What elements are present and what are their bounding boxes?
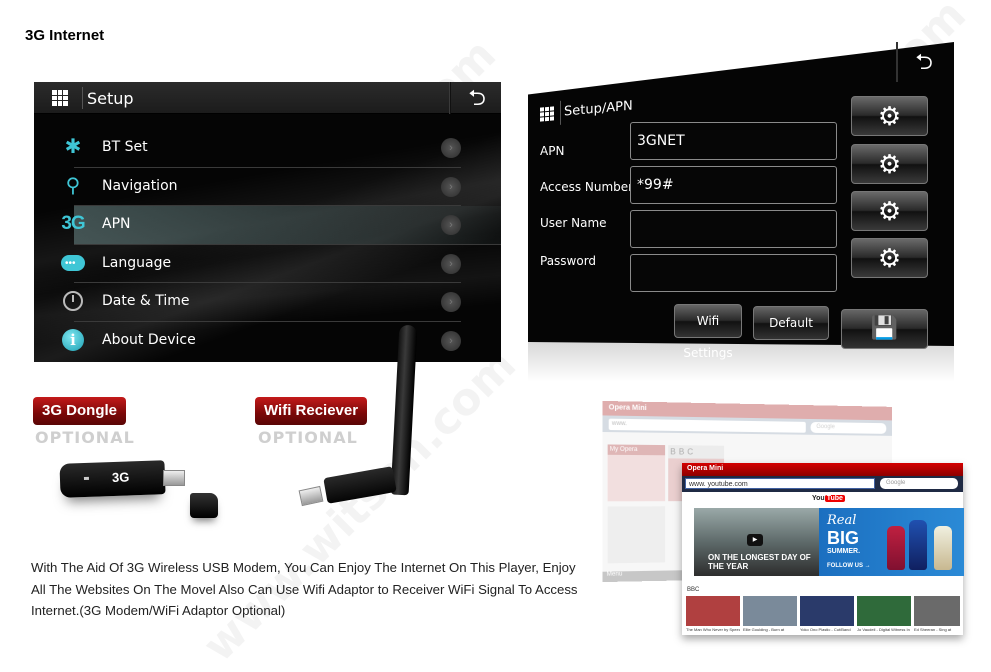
- usb-plug: [298, 485, 324, 507]
- channel-label: BBC: [687, 587, 700, 593]
- user-name-input[interactable]: [630, 210, 837, 248]
- user-name-label: User Name: [540, 216, 607, 230]
- video-caption: ON THE LONGEST DAY OF THE YEAR: [708, 553, 811, 571]
- description-text: With The Aid Of 3G Wireless USB Modem, Y…: [31, 560, 578, 618]
- apn-form: APN ⚙ Access Number ⚙ User Name ⚙ Passwo…: [528, 96, 954, 360]
- menu-item-bt-set[interactable]: ✱ BT Set ›: [65, 129, 461, 168]
- video-player[interactable]: ▶ ON THE LONGEST DAY OF THE YEAR: [694, 508, 819, 576]
- apn-screen: ⮌ Setup/APN APN ⚙ Access Number ⚙ User N…: [528, 42, 954, 382]
- video-thumbnail[interactable]: [743, 596, 797, 626]
- search-field[interactable]: Google: [810, 421, 887, 434]
- navigation-pin-icon: ⚲: [65, 174, 81, 197]
- bottle-image: [934, 526, 952, 570]
- video-thumbnail[interactable]: [800, 596, 854, 626]
- dongle-cap-image: [190, 493, 218, 518]
- info-icon: i: [60, 328, 86, 352]
- thumbnail-caption: Ellie Goulding - Burn at: [743, 627, 785, 632]
- user-name-settings-button[interactable]: ⚙: [851, 191, 928, 231]
- video-thumbnail[interactable]: [857, 596, 911, 626]
- menu-item-label: Navigation: [102, 177, 178, 194]
- chevron-right-icon[interactable]: ›: [441, 292, 461, 312]
- menu-bar[interactable]: Menu: [602, 570, 686, 583]
- gear-icon: ⚙: [877, 196, 902, 226]
- 3g-dongle-tag: 3G Dongle: [33, 397, 127, 425]
- video-thumbnail[interactable]: [686, 596, 740, 626]
- usb-plug: [163, 470, 185, 486]
- youtube-logo: You Tube: [812, 495, 845, 502]
- apn-settings-button[interactable]: ⚙: [851, 96, 928, 136]
- wifi-receiver-optional-label: OPTIONAL: [258, 428, 358, 447]
- password-label: Password: [540, 254, 597, 268]
- wifi-receiver-tag: Wifi Reciever: [255, 397, 368, 425]
- setup-menu: ✱ BT Set › ⚲ Navigation › 3G APN › Langu…: [34, 129, 501, 360]
- menu-item-label: BT Set: [102, 139, 148, 155]
- thumbnail-caption: Ed Sheeran - Sing at: [914, 627, 952, 632]
- menu-item-label: About Device: [102, 331, 196, 348]
- password-input[interactable]: [630, 254, 837, 292]
- password-settings-button[interactable]: ⚙: [851, 238, 928, 278]
- gear-icon: ⚙: [877, 149, 902, 179]
- bottle-image: [909, 520, 927, 570]
- menu-item-navigation[interactable]: ⚲ Navigation ›: [66, 168, 461, 206]
- thumbnail-caption: Yoko Ono Plastic - Cut/Band: [800, 627, 851, 632]
- header-divider: [896, 42, 898, 82]
- floppy-disk-icon: 💾: [870, 316, 899, 341]
- back-arrow-icon: ⮌: [915, 49, 933, 74]
- bottle-image: [887, 526, 905, 570]
- speed-dial-tile[interactable]: [607, 506, 666, 564]
- wifi-receiver-image: [323, 466, 397, 504]
- 3g-dongle-image: 3G: [59, 460, 166, 498]
- url-field[interactable]: www. youtube.com: [685, 478, 875, 489]
- 3g-dongle-optional-label: OPTIONAL: [35, 428, 135, 447]
- page-title: 3G Internet: [25, 27, 105, 44]
- menu-item-date-time[interactable]: Date & Time ›: [63, 283, 461, 322]
- back-button[interactable]: ⮌: [457, 84, 497, 112]
- chevron-right-icon[interactable]: ›: [441, 330, 461, 351]
- thumbnail-caption: Jo Vaudeil - Digital Witness In: [857, 627, 910, 632]
- advertisement-banner[interactable]: Real BIG SUMMER. FOLLOW US →: [819, 508, 964, 576]
- chevron-right-icon[interactable]: ›: [441, 138, 461, 158]
- browser-app-name: Opera Mini: [682, 463, 963, 476]
- speed-dial-tile[interactable]: My Opera: [607, 444, 666, 502]
- watermark: www.witson.com: [193, 339, 526, 672]
- header-divider: [82, 87, 83, 109]
- menu-item-apn[interactable]: 3G APN ›: [61, 206, 501, 245]
- save-button[interactable]: 💾: [841, 309, 928, 349]
- menu-item-label: APN: [102, 216, 131, 232]
- setup-screen: Setup ⮌ ✱ BT Set › ⚲ Navigation › 3G APN…: [34, 82, 501, 362]
- access-number-settings-button[interactable]: ⚙: [851, 144, 928, 184]
- back-button[interactable]: ⮌: [904, 48, 944, 76]
- chat-bubble-icon: [60, 251, 86, 276]
- url-field[interactable]: www.: [608, 418, 806, 433]
- gear-icon: ⚙: [877, 101, 902, 131]
- video-thumbnail[interactable]: [914, 596, 960, 626]
- access-number-input[interactable]: [630, 166, 837, 204]
- 3g-icon: 3G: [61, 213, 85, 234]
- chevron-right-icon[interactable]: ›: [441, 176, 461, 197]
- gear-icon: ⚙: [877, 243, 902, 273]
- bluetooth-icon: ✱: [64, 136, 82, 158]
- menu-item-language[interactable]: Language ›: [61, 245, 461, 283]
- chevron-right-icon[interactable]: ›: [441, 253, 461, 274]
- thumbnail-caption: The Man Who Never by Speech: [686, 627, 740, 632]
- setup-title: Setup: [87, 89, 134, 108]
- apps-grid-icon[interactable]: [52, 90, 68, 106]
- header-divider: [449, 82, 451, 114]
- access-number-label: Access Number: [540, 180, 634, 194]
- clock-icon: [60, 289, 86, 313]
- menu-item-label: Date & Time: [102, 293, 190, 309]
- apn-label: APN: [540, 144, 565, 158]
- default-button[interactable]: Default: [753, 306, 829, 340]
- back-arrow-icon: ⮌: [468, 85, 486, 110]
- play-icon[interactable]: ▶: [747, 534, 763, 546]
- browser-url-bar: www. youtube.com Google: [682, 476, 963, 492]
- search-field[interactable]: Google: [880, 478, 958, 489]
- wifi-settings-button[interactable]: Wifi Settings: [674, 304, 742, 360]
- chevron-right-icon[interactable]: ›: [441, 215, 461, 235]
- menu-item-label: Language: [102, 254, 172, 271]
- apn-input[interactable]: [630, 122, 837, 160]
- setup-header: Setup ⮌: [34, 82, 501, 114]
- browser-screenshot-front: Opera Mini www. youtube.com Google You Tu…: [682, 463, 964, 635]
